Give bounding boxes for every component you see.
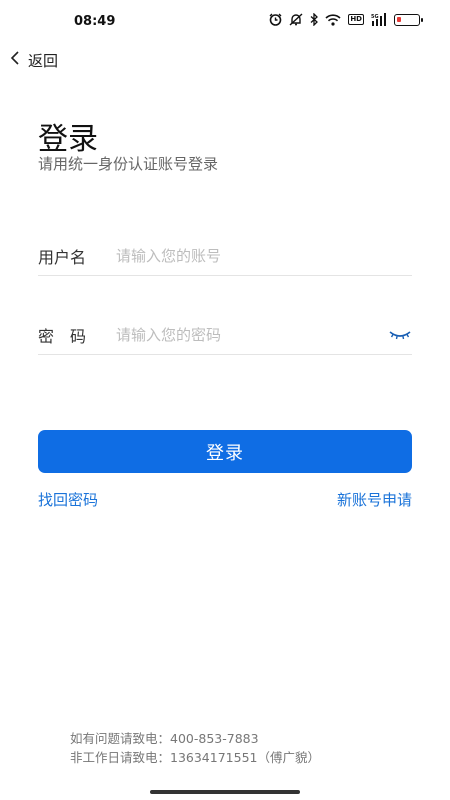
- eye-closed-icon[interactable]: [388, 327, 412, 343]
- footer-line-2: 非工作日请致电：13634171551（傅广貌）: [70, 750, 320, 765]
- battery-level: [397, 16, 401, 22]
- battery-icon: [394, 13, 423, 26]
- alarm-icon: [269, 13, 282, 26]
- password-label: 密 码: [38, 326, 87, 346]
- home-indicator[interactable]: [150, 790, 300, 794]
- username-label: 用户名: [38, 247, 87, 267]
- chevron-left-icon: [10, 50, 20, 70]
- new-account-link[interactable]: 新账号申请: [337, 489, 412, 510]
- page-subtitle: 请用统一身份认证账号登录: [38, 155, 219, 173]
- status-time: 08:49: [74, 14, 116, 29]
- forgot-password-link[interactable]: 找回密码: [38, 489, 98, 510]
- status-bar: 08:49 HD 5G: [0, 0, 450, 44]
- username-input[interactable]: [116, 246, 412, 265]
- username-row: 用户名: [38, 236, 412, 276]
- status-icons: HD 5G: [269, 13, 423, 26]
- bluetooth-icon: [310, 13, 319, 26]
- password-input[interactable]: [116, 325, 388, 344]
- wifi-icon: [325, 13, 341, 26]
- mute-icon: [289, 13, 303, 26]
- footer-contact: 如有问题请致电：400-853-7883 非工作日请致电：13634171551…: [70, 729, 320, 767]
- login-button[interactable]: 登录: [38, 430, 412, 473]
- page-title: 登录: [38, 122, 98, 157]
- hd-badge: HD: [348, 14, 364, 25]
- footer-line-1: 如有问题请致电：400-853-7883: [70, 731, 259, 746]
- password-row: 密 码: [38, 315, 412, 355]
- back-button[interactable]: 返回: [10, 48, 58, 72]
- signal-icon: 5G: [371, 13, 387, 26]
- back-label: 返回: [28, 51, 59, 70]
